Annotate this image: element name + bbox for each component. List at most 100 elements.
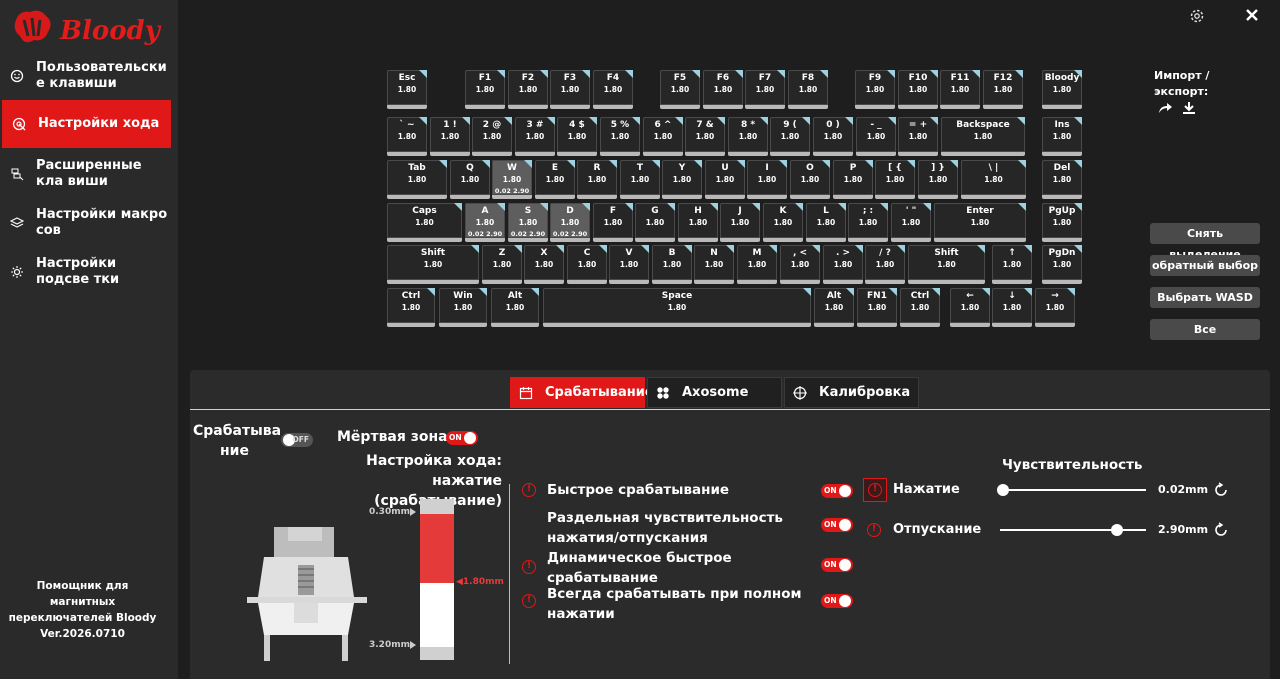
key[interactable]: ↑ 1.80 [992,245,1032,284]
key[interactable]: P 1.80 [833,160,873,199]
key[interactable]: X 1.80 [524,245,564,284]
key[interactable]: Caps 1.80 [387,203,462,242]
key[interactable]: A 1.80 0.02 2.90 [465,203,505,242]
key[interactable]: L 1.80 [806,203,846,242]
key[interactable]: \ | 1.80 [961,160,1026,199]
key[interactable]: Alt 1.80 [814,288,854,327]
key[interactable]: Backspace 1.80 [941,117,1025,156]
key[interactable]: G 1.80 [635,203,675,242]
key[interactable]: ↓ 1.80 [992,288,1032,327]
key[interactable]: W 1.80 0.02 2.90 [492,160,532,199]
key[interactable]: Esc 1.80 [387,70,427,109]
key[interactable]: F9 1.80 [855,70,895,109]
key[interactable]: F10 1.80 [898,70,938,109]
key[interactable]: 8 * 1.80 [728,117,768,156]
press-slider-track[interactable] [1000,489,1146,491]
key[interactable]: → 1.80 [1035,288,1075,327]
key[interactable]: FN1 1.80 [857,288,897,327]
key[interactable]: 3 # 1.80 [515,117,555,156]
key[interactable]: F3 1.80 [550,70,590,109]
key[interactable]: - _ 1.80 [856,117,896,156]
key[interactable]: ' " 1.80 [891,203,931,242]
key[interactable]: U 1.80 [705,160,745,199]
key[interactable]: 9 (1.80 [770,117,810,156]
key[interactable]: . > 1.80 [823,245,863,284]
key[interactable]: PgDn 1.80 [1042,245,1082,284]
key[interactable]: F8 1.80 [788,70,828,109]
key[interactable]: S 1.80 0.02 2.90 [508,203,548,242]
key[interactable]: F12 1.80 [983,70,1023,109]
quick-trigger-toggle[interactable]: ON [821,484,853,498]
key[interactable]: PgUp 1.80 [1042,203,1082,242]
close-icon[interactable] [1243,6,1261,24]
key[interactable]: Ctrl 1.80 [387,288,435,327]
key[interactable]: 7 & 1.80 [685,117,725,156]
key[interactable]: ] } 1.80 [918,160,958,199]
key[interactable]: C 1.80 [567,245,607,284]
key[interactable]: ← 1.80 [950,288,990,327]
key[interactable]: Win 1.80 [439,288,487,327]
key[interactable]: F 1.80 [593,203,633,242]
key[interactable]: 6 ^ 1.80 [643,117,683,156]
separate-sensitivity-toggle[interactable]: ON [821,518,853,532]
key[interactable]: [ {1.80 [875,160,915,199]
key[interactable]: 1 ! 1.80 [430,117,470,156]
press-slider-knob[interactable] [997,484,1009,496]
key[interactable]: H 1.80 [678,203,718,242]
deselect-button[interactable]: Снять выделение [1150,223,1260,261]
key[interactable]: Q 1.80 [450,160,490,199]
share-icon[interactable] [1157,101,1173,115]
release-slider-knob[interactable] [1110,524,1123,536]
key[interactable]: Tab 1.80 [387,160,447,199]
select-all-button[interactable]: Все [1150,319,1260,340]
key[interactable]: R 1.80 [577,160,617,199]
key[interactable]: M 1.80 [737,245,777,284]
key[interactable]: I 1.80 [747,160,787,199]
key[interactable]: ` ~ 1.80 [387,117,427,156]
deadzone-toggle[interactable]: ON [446,431,478,445]
tab-axosome[interactable]: Axosome [647,377,782,408]
key[interactable]: Shift 1.80 [908,245,985,284]
key[interactable]: Enter 1.80 [934,203,1026,242]
key[interactable]: F6 1.80 [703,70,743,109]
key[interactable]: K 1.80 [763,203,803,242]
key[interactable]: D 1.80 0.02 2.90 [550,203,590,242]
key[interactable]: Ins 1.80 [1042,117,1082,156]
key[interactable]: F2 1.80 [508,70,548,109]
key[interactable]: ; : 1.80 [848,203,888,242]
key[interactable]: O 1.80 [790,160,830,199]
sidebar-item-lighting[interactable]: Настройки подсве тки [0,248,178,296]
download-icon[interactable] [1181,101,1197,115]
key[interactable]: Y 1.80 [662,160,702,199]
full-press-toggle[interactable]: ON [821,594,853,608]
key[interactable]: F1 1.80 [465,70,505,109]
key[interactable]: = + 1.80 [898,117,938,156]
dynamic-quick-trigger-toggle[interactable]: ON [821,558,853,572]
key[interactable]: F5 1.80 [660,70,700,109]
key[interactable]: J 1.80 [720,203,760,242]
key[interactable]: F11 1.80 [940,70,980,109]
key[interactable]: Space 1.80 [543,288,811,327]
sidebar-item-macros[interactable]: Настройки макро сов [0,199,178,247]
key[interactable]: Shift 1.80 [387,245,479,284]
key[interactable]: E 1.80 [535,160,575,199]
key[interactable]: 2 @ 1.80 [472,117,512,156]
key[interactable]: 5 % 1.80 [600,117,640,156]
sidebar-item-advanced-keys[interactable]: Расширенные кла виши [0,150,178,198]
key[interactable]: Bloody 1.80 [1042,70,1082,109]
key[interactable]: N 1.80 [694,245,734,284]
tab-actuation[interactable]: Срабатывание [510,377,654,408]
key[interactable]: F7 1.80 [745,70,785,109]
tab-calibration[interactable]: Калибровка [784,377,919,408]
select-wasd-button[interactable]: Выбрать WASD [1150,287,1260,308]
key[interactable]: F4 1.80 [593,70,633,109]
gear-icon[interactable] [1188,7,1206,25]
sidebar-item-travel-settings[interactable]: Настройки хода [2,100,171,148]
invert-selection-button[interactable]: обратный выбор [1150,255,1260,276]
reset-icon[interactable] [1213,482,1229,498]
key[interactable]: Z 1.80 [482,245,522,284]
reset-icon[interactable] [1213,522,1229,538]
key[interactable]: Del 1.80 [1042,160,1082,199]
key[interactable]: B 1.80 [652,245,692,284]
key[interactable]: Alt 1.80 [491,288,539,327]
